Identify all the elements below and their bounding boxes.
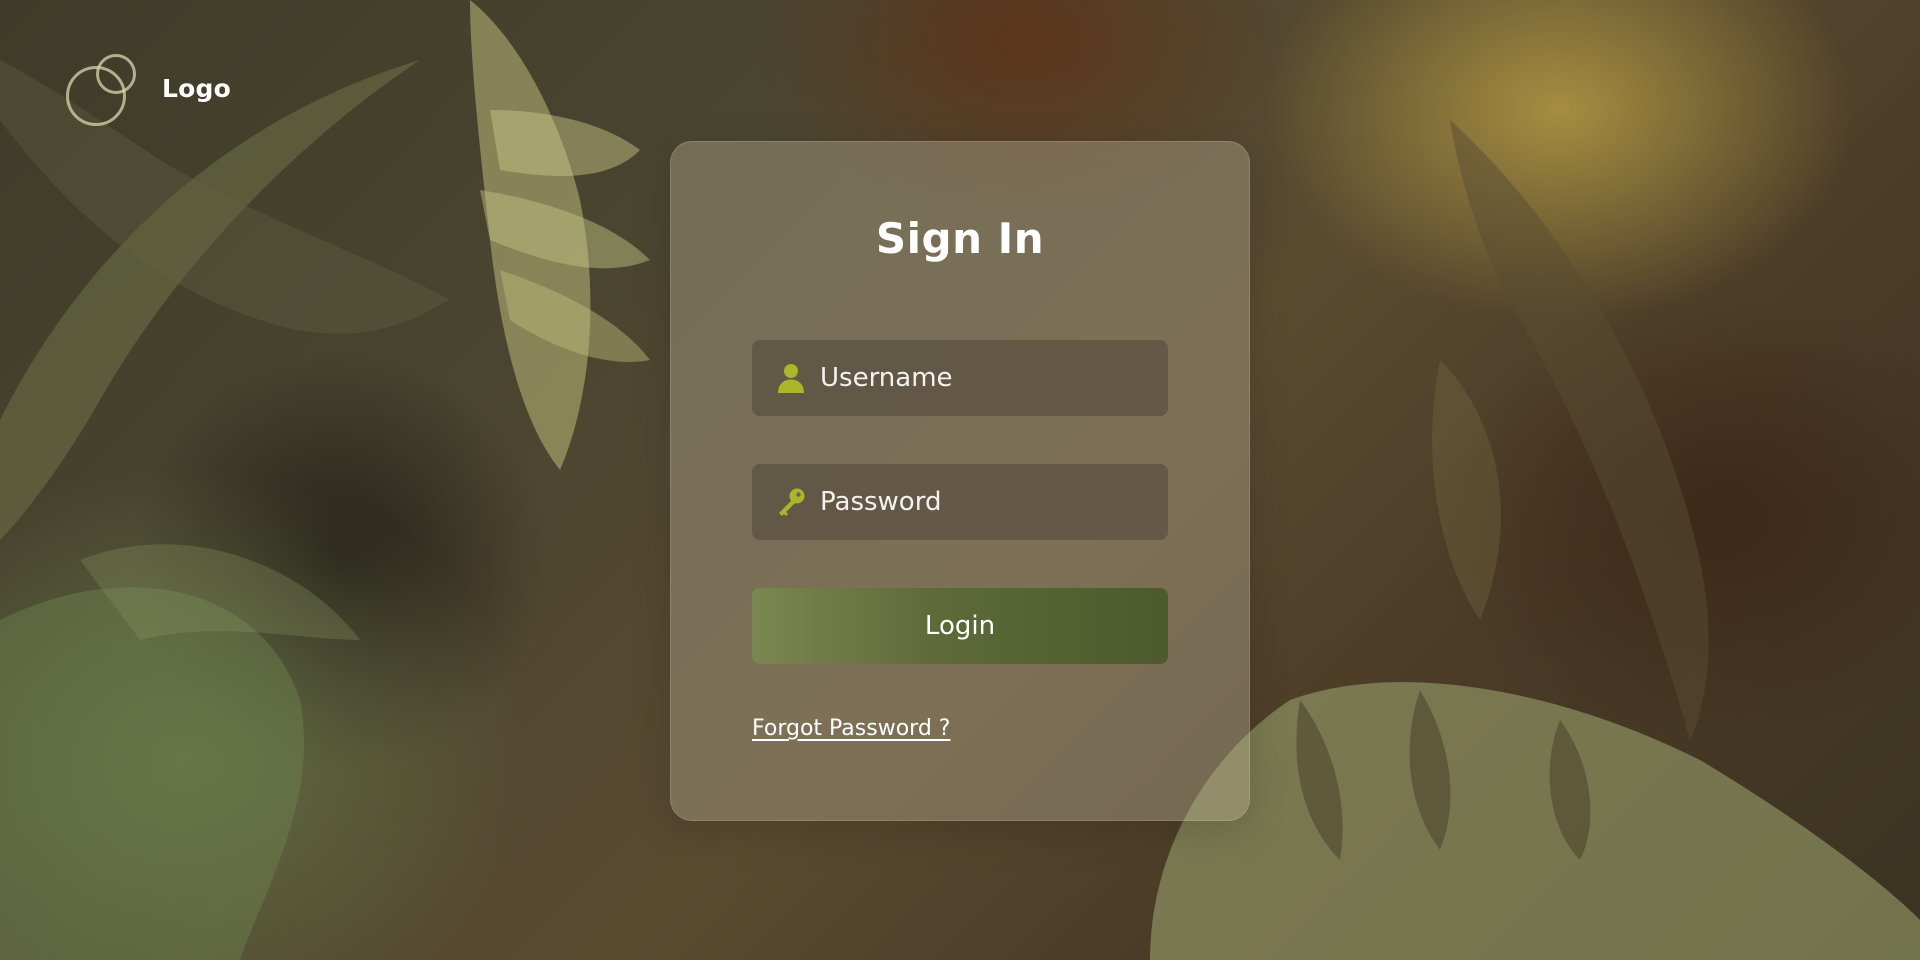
- username-field[interactable]: [752, 340, 1168, 416]
- forgot-password-link[interactable]: Forgot Password ?: [752, 716, 950, 741]
- login-card: Sign In Login Forgot Password ?: [670, 141, 1250, 821]
- brand[interactable]: Logo: [66, 52, 231, 126]
- page-title: Sign In: [875, 214, 1045, 263]
- password-input[interactable]: [820, 464, 1168, 540]
- user-icon: [776, 362, 806, 394]
- password-field[interactable]: [752, 464, 1168, 540]
- login-button[interactable]: Login: [752, 588, 1168, 664]
- overlapping-circles-logo-icon: [66, 52, 138, 126]
- key-icon: [776, 486, 806, 518]
- login-page: Logo Sign In Login Fo: [0, 0, 1920, 960]
- brand-name: Logo: [162, 73, 231, 103]
- username-input[interactable]: [820, 340, 1168, 416]
